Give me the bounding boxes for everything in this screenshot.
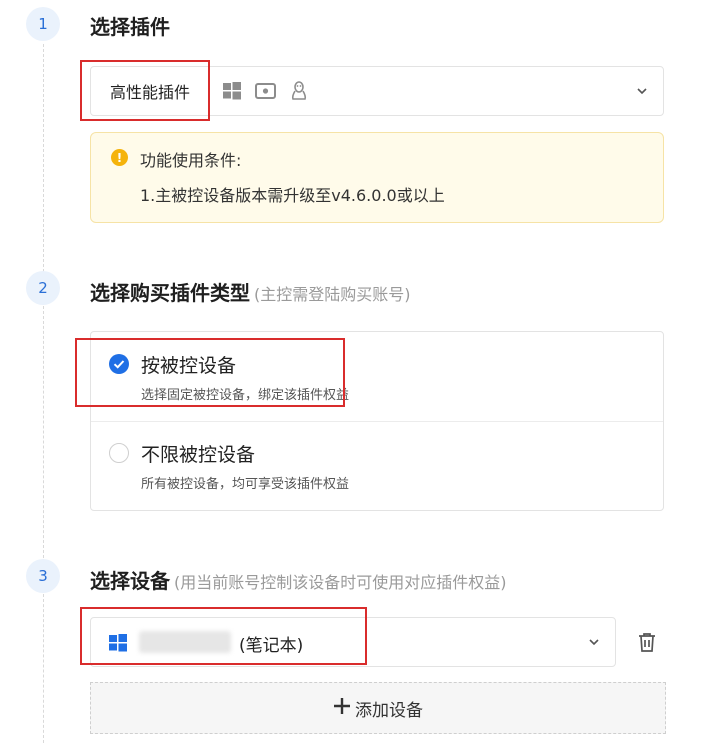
trash-icon[interactable] [636, 631, 658, 657]
highlight-box [75, 338, 345, 407]
plus-icon [333, 697, 351, 720]
chevron-down-icon [587, 634, 601, 653]
highlight-box [80, 60, 210, 121]
option-title: 不限被控设备 [141, 444, 256, 466]
step-1-title: 选择插件 [90, 11, 170, 40]
highlight-box [80, 607, 367, 665]
warning-icon: ! [111, 149, 128, 166]
step-1-number: 1 [26, 7, 60, 41]
notice-item: 1.主被控设备版本需升级至v4.6.0.0或以上 [140, 186, 445, 205]
step-title-text: 选择设备 [90, 569, 170, 593]
purchase-option-unlimited[interactable]: 不限被控设备 所有被控设备，均可享受该插件权益 [91, 421, 663, 510]
screen-icon [255, 82, 276, 100]
step-3-number: 3 [26, 559, 60, 593]
windows-icon [223, 82, 241, 100]
timeline-line [43, 594, 44, 743]
notice-box: ! 功能使用条件: 1.主被控设备版本需升级至v4.6.0.0或以上 [90, 132, 664, 223]
add-device-button[interactable]: 添加设备 [90, 682, 666, 734]
add-device-label: 添加设备 [355, 700, 423, 721]
step-2-number: 2 [26, 271, 60, 305]
timeline-line [43, 306, 44, 558]
step-subtitle: (主控需登陆购买账号) [254, 285, 411, 304]
step-2-title: 选择购买插件类型 (主控需登陆购买账号) [90, 277, 411, 306]
step-title-text: 选择插件 [90, 15, 170, 39]
step-subtitle: (用当前账号控制该设备时可使用对应插件权益) [174, 573, 507, 592]
radio-unchecked-icon[interactable] [109, 443, 129, 463]
step-3-title: 选择设备 (用当前账号控制该设备时可使用对应插件权益) [90, 565, 507, 594]
linux-icon [290, 81, 308, 101]
chevron-down-icon [635, 83, 649, 102]
timeline-line [43, 44, 44, 272]
notice-title: 功能使用条件: [140, 151, 242, 170]
platform-icons [223, 81, 308, 101]
step-title-text: 选择购买插件类型 [90, 281, 250, 305]
option-desc: 所有被控设备，均可享受该插件权益 [141, 477, 350, 492]
